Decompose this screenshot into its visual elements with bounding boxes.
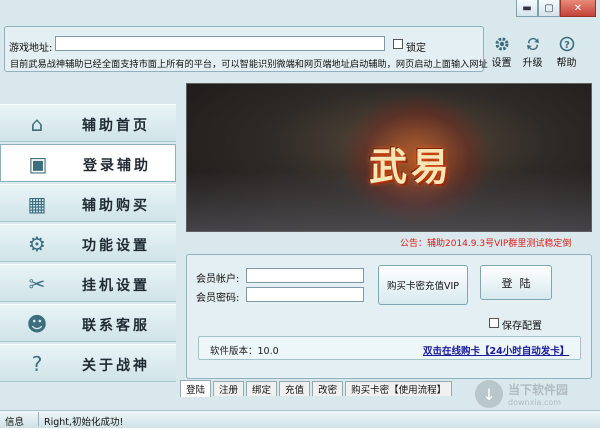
account-label: 会员帐户: [196,274,240,285]
version-label: 软件版本：10.0 [210,346,279,357]
sidebar-item-label: 关于战神 [82,358,150,374]
sidebar-item-about[interactable]: ? 关于战神 [0,344,176,382]
lock-label: 锁定 [406,43,426,54]
account-input[interactable] [246,268,364,283]
sidebar-item-label: 辅助购买 [82,198,150,214]
password-input[interactable] [246,287,364,302]
game-logo: 武易 [369,144,454,189]
gear-icon: ⚙ [28,232,46,256]
person-icon: ☻ [26,312,48,336]
sidebar-item-label: 辅助首页 [82,118,150,134]
login-button[interactable]: 登 陆 [480,265,552,300]
watermark-line1: 当下软件园 [508,383,569,397]
address-label: 游戏地址: [9,43,53,54]
settings-button[interactable]: 设置 [487,32,516,70]
settings-label: 设置 [491,58,512,69]
sidebar-item-home[interactable]: ⌂ 辅助首页 [0,104,176,142]
buy-card-link[interactable]: 双击在线购卡【24小时自动发卡】 [423,343,569,357]
upgrade-button[interactable]: 升级 [518,32,547,70]
tab-4[interactable]: 改密 [312,381,344,396]
question-icon: ? [31,352,43,376]
chart-icon: ▦ [27,192,47,216]
platform-notice: 目前武易战神辅助已经全面支持市面上所有的平台，可以智能识别微端和网页端地址启动辅… [10,59,488,70]
refresh-icon [524,35,542,52]
game-address-input[interactable] [55,36,385,51]
game-banner: 武易 [186,83,592,232]
minimize-icon: ▬ [522,2,532,14]
watermark-text: 当下软件园 downxia.com [503,381,568,407]
watermark: ↓ 当下软件园 downxia.com [475,378,593,410]
tab-1[interactable]: 注册 [213,381,245,396]
watermark-line2: downxia.com [508,398,562,407]
sidebar-item-settings[interactable]: ⚙ 功能设置 [0,224,176,262]
sidebar-item-label: 联系客服 [82,318,150,334]
tab-2[interactable]: 绑定 [246,381,278,396]
sidebar-item-hangup[interactable]: ✂ 挂机设置 [0,264,176,302]
svg-text:?: ? [564,40,570,51]
help-button[interactable]: ? 帮助 [552,32,581,70]
sidebar-item-login[interactable]: ▣ 登录辅助 [0,144,176,182]
tools-icon: ✂ [28,272,46,296]
status-message: Right,初始化成功! [44,417,124,428]
buy-card-vip-button[interactable]: 购买卡密充值VIP [378,265,468,305]
house-icon: ⌂ [30,112,44,136]
tab-5[interactable]: 购买卡密【使用流程】 [345,381,453,396]
tab-0[interactable]: 登陆 [180,380,212,397]
lock-checkbox[interactable] [393,39,403,49]
side-menu: ⌂ 辅助首页 ▣ 登录辅助 ▦ 辅助购买 ⚙ 功能设置 ✂ 挂机设置 ☻ 联系客服? 关于战神 [0,102,176,402]
save-config-checkbox[interactable] [489,318,499,328]
buy-card-vip-label: 购买卡密充值VIP [386,281,460,292]
announcement-text: 公告：辅助2014.9.3号VIP群里测试稳定倒 [400,239,572,249]
sidebar-item-label: 功能设置 [82,238,150,254]
help-label: 帮助 [556,58,577,69]
status-info-label: 信息 [5,417,25,428]
help-icon: ? [558,35,576,52]
monitor-icon: ▣ [28,152,48,176]
status-separator [38,412,39,426]
maximize-button[interactable]: ▢ [538,0,560,17]
tab-bar: 登陆 注册 绑定 充值 改密 购买卡密【使用流程】 [180,380,454,398]
save-config-label: 保存配置 [502,321,542,332]
minimize-button[interactable]: ▬ [516,0,538,17]
close-button[interactable]: ✕ [560,0,596,17]
sidebar-item-buy[interactable]: ▦ 辅助购买 [0,184,176,222]
close-icon: ✕ [573,2,583,14]
sidebar-item-label: 登录辅助 [83,158,151,174]
upgrade-label: 升级 [522,58,543,69]
sidebar-item-contact[interactable]: ☻ 联系客服 [0,304,176,342]
sidebar-item-label: 挂机设置 [82,278,150,294]
download-icon: ↓ [475,380,503,408]
tab-3[interactable]: 充值 [279,381,311,396]
maximize-icon: ▢ [544,2,554,14]
gear-icon [493,35,511,52]
password-label: 会员密码: [196,293,240,304]
login-button-label: 登 陆 [501,276,531,290]
